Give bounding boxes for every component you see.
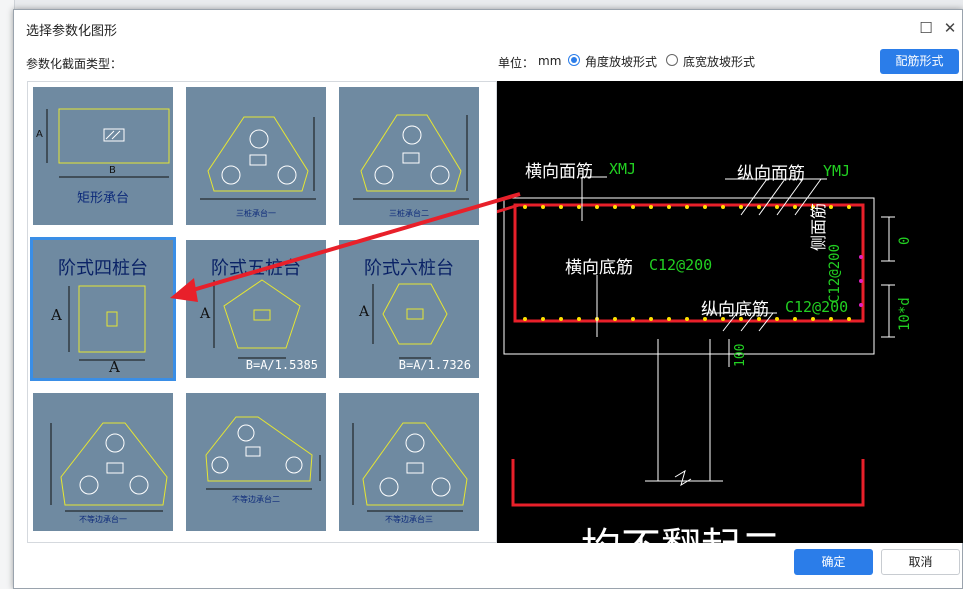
shape-formula: B=A/1.5385 [245,358,318,372]
dim-b-label: B [109,165,116,176]
shape-tile-unequal-2[interactable]: 不等边承台二 [186,393,326,531]
selection-arrow [170,192,521,302]
h-top-rebar-label: 横向面筋 [525,162,593,182]
tile-caption: 矩形承台 [76,191,129,206]
unit-label: 单位： [498,56,535,70]
radio-width-slope[interactable] [666,54,678,66]
shape-formula: B=A/1.7326 [398,358,471,372]
v-top-rebar-code: YMJ [823,162,851,180]
radio-angle-slope[interactable] [568,54,580,66]
parametric-shape-dialog: 选择参数化图形 ☐ ✕ 参数化截面类型： 单位： mm 角度放坡形式 底宽放坡形… [13,9,963,589]
side-rebar-code: C12@200 [827,243,843,303]
unequal-2-drawing [205,416,321,490]
tile-caption: 不等边承台三 [385,515,433,524]
ok-button[interactable]: 确定 [794,549,873,575]
h-bottom-rebar-label: 横向底筋 [565,258,633,278]
dialog-title: 选择参数化图形 [26,24,118,39]
preview-big-text: 均不翻起二 [581,515,781,543]
side-rebar-label: 侧面筋 [809,202,828,251]
maximize-icon[interactable]: ☐ [916,18,936,38]
cancel-button[interactable]: 取消 [881,549,960,575]
tile-caption: 阶式四桩台 [58,258,148,279]
dim-a-label: A [36,129,43,140]
section-type-label: 参数化截面类型： [26,57,123,71]
shape-tile-stepped-four-pile[interactable]: 阶式四桩台 A A [30,237,176,381]
radio-width-slope-label[interactable]: 底宽放坡形式 [683,53,755,70]
radio-angle-slope-label[interactable]: 角度放坡形式 [585,53,657,70]
rebar-preview: 横向面筋 XMJ 纵向面筋 YMJ 横向底筋 C12@200 纵向底筋 C12@… [497,81,963,543]
v-top-rebar-label: 纵向面筋 [737,164,805,184]
rebar-form-button[interactable]: 配筋形式 [880,49,959,74]
unequal-1-drawing [50,422,168,512]
title-bar: 选择参数化图形 ☐ ✕ [14,10,962,46]
dim-100: 100 [733,343,748,367]
shape-tile-rect[interactable]: A B 矩形承台 [33,87,173,225]
dim-zero: 0 [897,236,913,245]
dim-b-label: A [109,358,120,376]
dim-10d: 10*d [897,297,913,331]
unequal-3-drawing [352,422,468,512]
tile-caption: 不等边承台一 [79,515,127,524]
v-bottom-rebar-label: 纵向底筋 [701,300,769,320]
h-top-rebar-code: XMJ [609,160,637,178]
h-bottom-rebar-code: C12@200 [649,256,713,274]
close-icon[interactable]: ✕ [940,18,960,38]
shape-tile-unequal-1[interactable]: 不等边承台一 [33,393,173,531]
tile-caption: 不等边承台二 [232,495,280,504]
toolbar: 参数化截面类型： 单位： mm 角度放坡形式 底宽放坡形式 配筋形式 [14,49,962,74]
shape-tile-unequal-3[interactable]: 不等边承台三 [339,393,479,531]
dim-a-label: A [51,306,62,324]
unit-value: mm [538,54,562,68]
